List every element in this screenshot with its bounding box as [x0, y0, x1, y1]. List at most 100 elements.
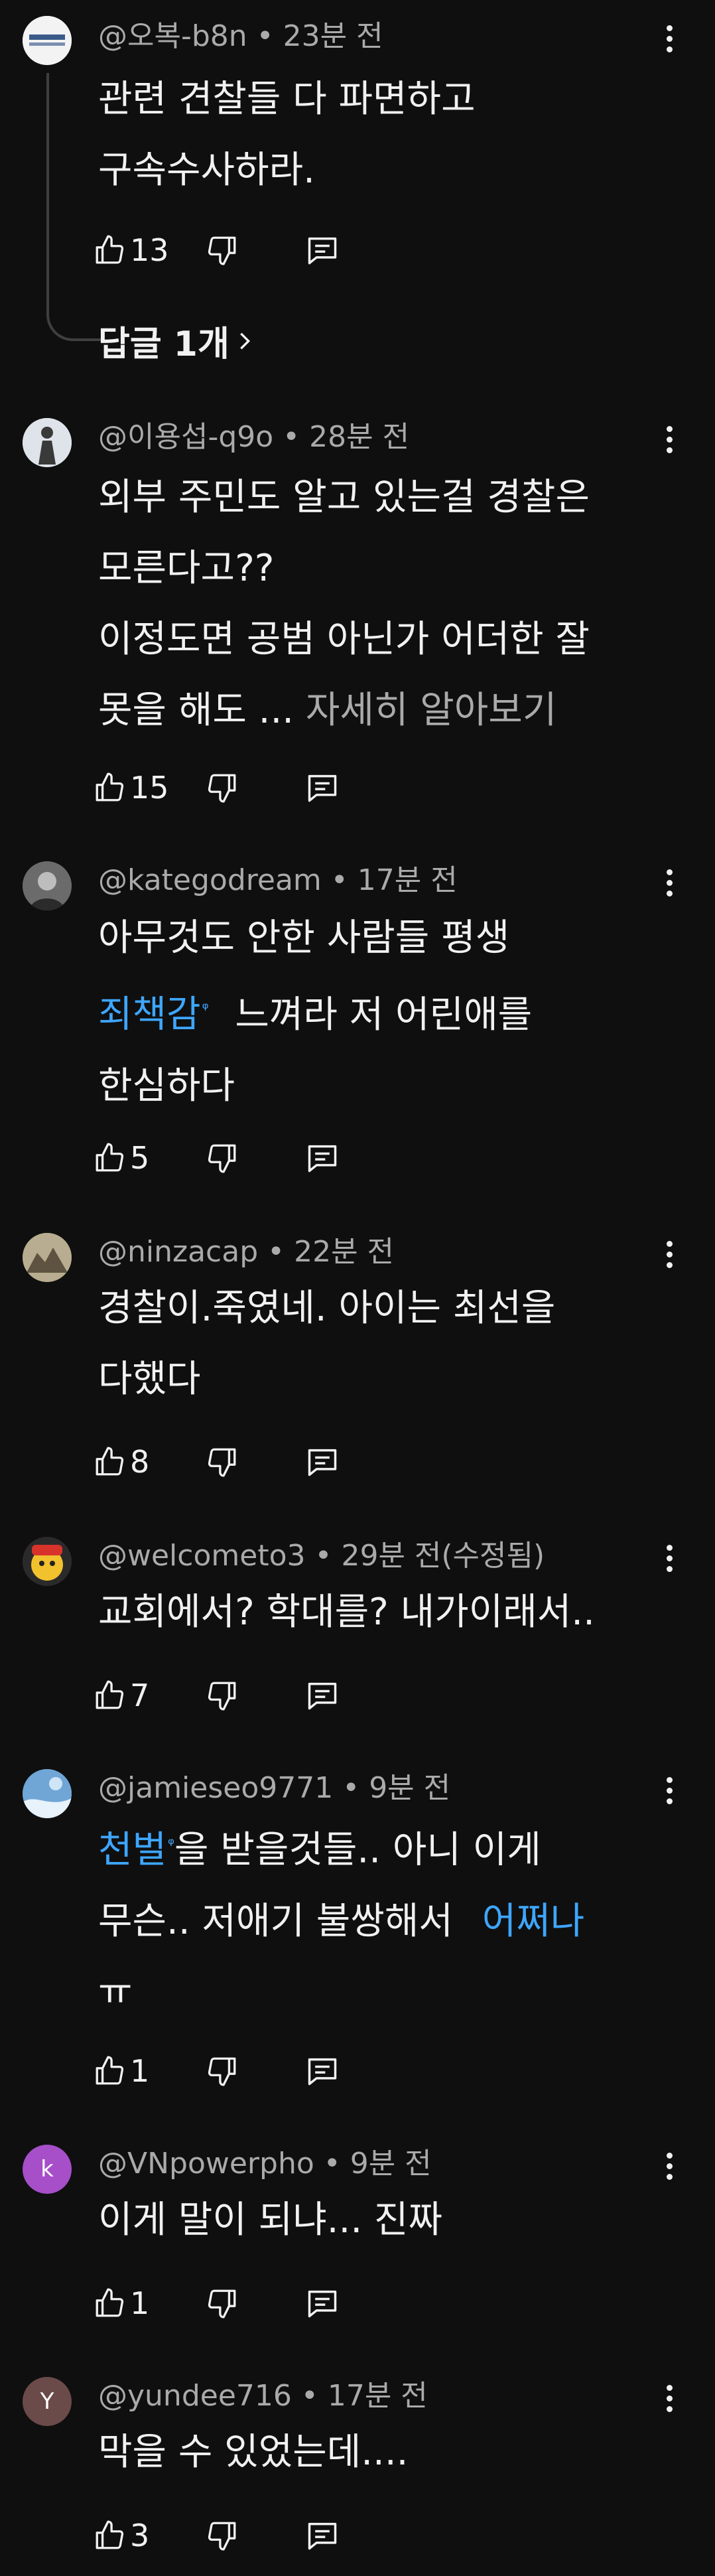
reply-icon — [308, 2290, 337, 2318]
author-handle[interactable]: @yundee716 — [98, 2379, 292, 2413]
meta-dot: • — [342, 1771, 369, 1805]
more-vert-icon[interactable] — [660, 19, 679, 58]
like-button[interactable]: 15 — [93, 764, 169, 811]
author-handle[interactable]: @welcometo3 — [98, 1539, 306, 1573]
comment-time: 29분 전(수정됨) — [341, 1539, 545, 1573]
like-button[interactable]: 8 — [93, 1439, 149, 1485]
search-link-eojjeona[interactable]: 어쩌나 — [482, 1900, 585, 1943]
read-more-link[interactable]: 자세히 알아보기 — [306, 689, 556, 732]
avatar[interactable] — [23, 418, 72, 467]
reply-icon — [308, 237, 337, 265]
meta-dot: • — [323, 2147, 350, 2181]
comment-meta: @yundee716 • 17분 전 — [98, 2378, 428, 2414]
like-button[interactable]: 13 — [93, 227, 169, 273]
dislike-button[interactable] — [206, 227, 239, 273]
avatar[interactable] — [23, 1769, 72, 1818]
dislike-button[interactable] — [206, 1135, 239, 1181]
view-replies-button[interactable]: 답글 1개 — [98, 316, 256, 366]
avatar[interactable]: k — [23, 2145, 72, 2194]
meta-dot: • — [314, 1539, 342, 1573]
avatar[interactable]: Y — [23, 2377, 72, 2426]
more-vert-icon[interactable] — [660, 863, 679, 902]
comment-line: 교회에서? 학대를? 내가이래서.. — [98, 1591, 595, 1634]
dislike-button[interactable] — [206, 2280, 239, 2326]
reply-button[interactable] — [305, 764, 340, 811]
thumb-up-icon — [96, 1680, 124, 1709]
comment-time: 9분 전 — [350, 2147, 432, 2181]
dislike-button[interactable] — [206, 1672, 239, 1719]
author-handle[interactable]: @이용섭-q9o — [98, 420, 273, 454]
avatar[interactable] — [23, 1537, 72, 1586]
like-button[interactable]: 1 — [93, 2048, 149, 2094]
comment-line: 경찰이.죽였네. 아이는 최선을 — [98, 1287, 556, 1330]
reply-button[interactable] — [305, 1439, 340, 1485]
avatar-photo-icon — [23, 861, 72, 910]
reply-button[interactable] — [305, 1135, 340, 1181]
comment-text: 경찰이.죽였네. 아이는 최선을 다했다 — [98, 1273, 642, 1415]
like-count: 3 — [130, 2518, 150, 2553]
more-vert-icon[interactable] — [660, 1538, 679, 1578]
comment-line: 천벌ᵠ을 받을것들.. 아니 이게 — [98, 1809, 642, 1886]
comment-line: 모른다고?? — [98, 547, 275, 590]
dislike-button[interactable] — [206, 2048, 239, 2094]
author-handle[interactable]: @kategodream — [98, 863, 322, 897]
avatar-logo-icon — [23, 16, 72, 65]
reply-button[interactable] — [305, 2048, 340, 2094]
more-vert-icon[interactable] — [660, 1234, 679, 1274]
comment-line-text: 을 받을것들.. 아니 이게 — [174, 1828, 541, 1872]
like-button[interactable]: 5 — [93, 1135, 149, 1181]
thumb-down-icon — [208, 1144, 236, 1173]
reply-button[interactable] — [305, 227, 340, 273]
search-link-joechaekgam[interactable]: 죄책감 — [98, 993, 201, 1037]
more-vert-icon[interactable] — [660, 2378, 679, 2418]
author-handle[interactable]: @VNpowerpho — [98, 2147, 314, 2181]
chevron-right-icon — [239, 332, 250, 350]
comment-line: 관련 견찰들 다 파면하고 — [98, 78, 476, 121]
thread-line — [46, 73, 102, 341]
comment-meta: @VNpowerpho • 9분 전 — [98, 2146, 432, 2182]
more-vert-icon[interactable] — [660, 1770, 679, 1810]
reply-button[interactable] — [305, 2512, 340, 2559]
search-icon: ᵠ — [202, 999, 209, 1018]
thumb-up-icon — [96, 1143, 124, 1172]
comment-time: 17분 전 — [327, 2379, 428, 2413]
avatar[interactable] — [23, 861, 72, 910]
like-button[interactable]: 3 — [93, 2512, 149, 2559]
reply-icon — [308, 1145, 337, 1173]
comment-meta: @이용섭-q9o • 28분 전 — [98, 419, 409, 455]
avatar[interactable] — [23, 1233, 72, 1282]
like-count: 1 — [130, 2285, 150, 2321]
comment-time: 17분 전 — [357, 863, 458, 897]
author-handle[interactable]: @jamieseo9771 — [98, 1771, 333, 1805]
reply-icon — [308, 774, 337, 802]
avatar[interactable] — [23, 16, 72, 65]
like-button[interactable]: 7 — [93, 1672, 149, 1719]
comment-line: ㅠ — [98, 1970, 133, 2014]
author-handle[interactable]: @ninzacap — [98, 1235, 258, 1269]
search-link-cheonbeol[interactable]: 천벌 — [98, 1829, 166, 1872]
dislike-button[interactable] — [206, 2512, 239, 2559]
reply-button[interactable] — [305, 2280, 340, 2326]
dislike-button[interactable] — [206, 1439, 239, 1485]
more-vert-icon[interactable] — [660, 419, 679, 459]
meta-dot: • — [300, 2379, 328, 2413]
comment-line: 이정도면 공범 아닌가 어더한 잘 — [98, 618, 590, 661]
more-vert-icon[interactable] — [660, 2146, 679, 2186]
comment-line-text: 못을 해도 ... — [98, 689, 294, 732]
comment-line: 다했다 — [98, 1358, 201, 1401]
comment-meta: @kategodream • 17분 전 — [98, 863, 458, 898]
thumb-up-icon — [96, 2288, 124, 2317]
like-button[interactable]: 1 — [93, 2280, 149, 2326]
like-count: 8 — [130, 1444, 150, 1480]
like-count: 7 — [130, 1678, 150, 1713]
thumb-down-icon — [208, 1448, 236, 1477]
comment-line: 죄책감ᵠ 느껴라 저 어린애를 — [98, 973, 642, 1050]
avatar-character-icon — [23, 1537, 72, 1586]
comment-text: 천벌ᵠ을 받을것들.. 아니 이게 무슨.. 저애기 불쌍해서 어쩌나 ㅠ — [98, 1809, 642, 2028]
comment-text: 막을 수 있었는데.... — [98, 2417, 642, 2488]
reply-icon — [308, 2058, 337, 2086]
comment-line: 막을 수 있었는데.... — [98, 2431, 409, 2474]
reply-button[interactable] — [305, 1672, 340, 1719]
author-handle[interactable]: @오복-b8n — [98, 19, 247, 53]
dislike-button[interactable] — [206, 764, 239, 811]
